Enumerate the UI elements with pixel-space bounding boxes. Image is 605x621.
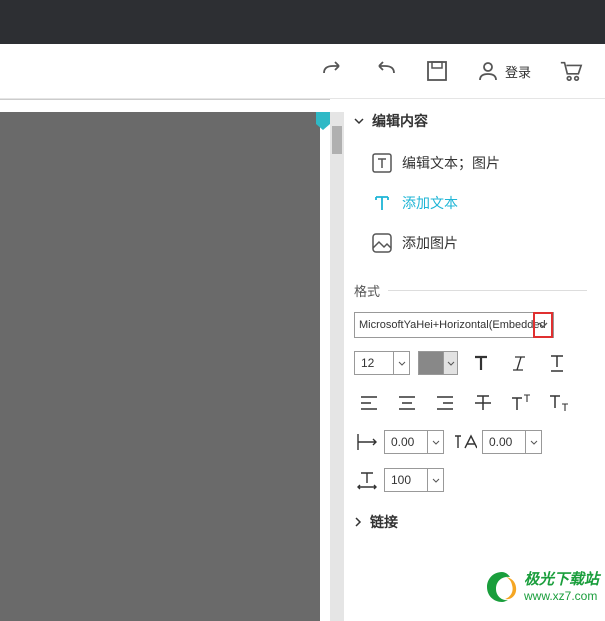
chevron-down-icon <box>427 469 443 491</box>
source-watermark: 极光下载站 www.xz7.com <box>484 569 599 605</box>
user-icon <box>477 60 499 82</box>
font-size-select[interactable]: 12 <box>354 351 410 375</box>
add-image-tool[interactable]: 添加图片 <box>372 223 587 263</box>
login-button[interactable]: 登录 <box>477 60 531 82</box>
font-size-value: 12 <box>361 356 374 370</box>
login-label: 登录 <box>505 62 531 81</box>
edit-content-title: 编辑内容 <box>372 111 428 131</box>
horizontal-scale-control[interactable]: 100 <box>354 468 444 492</box>
horizontal-spacing-control[interactable]: 0.00 <box>354 430 444 454</box>
text-color-picker[interactable] <box>418 351 458 375</box>
scrollbar-thumb[interactable] <box>332 126 342 154</box>
font-dropdown-button-highlighted[interactable] <box>533 312 553 338</box>
format-section-label: 格式 <box>354 281 587 300</box>
horizontal-scale-icon <box>354 468 380 492</box>
add-image-label: 添加图片 <box>402 233 458 253</box>
watermark-url: www.xz7.com <box>524 589 599 603</box>
save-button[interactable] <box>425 59 449 83</box>
align-right-button[interactable] <box>430 390 460 416</box>
image-icon <box>372 233 392 253</box>
edit-content-section-header[interactable]: 编辑内容 <box>354 111 587 131</box>
char-spacing-value: 0.00 <box>489 435 512 449</box>
vertical-scrollbar[interactable] <box>330 112 344 621</box>
document-canvas[interactable] <box>0 99 330 609</box>
align-center-button[interactable] <box>392 390 422 416</box>
chevron-down-icon <box>354 117 364 125</box>
watermark-logo-icon <box>484 569 520 605</box>
subscript-button[interactable] <box>544 390 574 416</box>
chevron-down-icon <box>525 431 541 453</box>
text-box-icon <box>372 153 392 173</box>
superscript-button[interactable] <box>506 390 536 416</box>
canvas-background <box>0 112 320 621</box>
edit-text-image-label: 编辑文本；图片 <box>402 153 500 173</box>
strikethrough-button[interactable] <box>468 390 498 416</box>
h-spacing-value: 0.00 <box>391 435 414 449</box>
link-section-title: 链接 <box>370 512 398 532</box>
color-preview <box>419 352 443 374</box>
undo-button[interactable] <box>373 59 397 83</box>
chevron-down-icon <box>427 431 443 453</box>
right-properties-panel: 编辑内容 编辑文本；图片 添加文本 添加图片 <box>330 99 605 609</box>
top-toolbar: 登录 <box>0 44 605 99</box>
italic-button[interactable] <box>504 350 534 376</box>
link-section-header[interactable]: 链接 <box>354 512 587 532</box>
add-text-label: 添加文本 <box>402 193 458 213</box>
scale-value: 100 <box>391 473 411 487</box>
bold-button[interactable] <box>466 350 496 376</box>
font-name-value: MicrosoftYaHei+Horizontal(Embedded <box>359 319 546 331</box>
panel-tab-marker[interactable] <box>316 112 330 124</box>
font-family-select[interactable]: MicrosoftYaHei+Horizontal(Embedded <box>354 312 554 338</box>
align-left-button[interactable] <box>354 390 384 416</box>
text-icon <box>372 193 392 213</box>
edit-text-image-tool[interactable]: 编辑文本；图片 <box>372 143 587 183</box>
chevron-down-icon <box>443 352 457 374</box>
chevron-down-icon <box>393 352 409 374</box>
character-spacing-control[interactable]: 0.00 <box>452 430 542 454</box>
horizontal-spacing-icon <box>354 430 380 454</box>
add-text-tool[interactable]: 添加文本 <box>372 183 587 223</box>
watermark-title: 极光下载站 <box>524 571 599 589</box>
chevron-right-icon <box>354 517 362 527</box>
titlebar-dark-area <box>0 0 605 44</box>
chevron-down-icon <box>538 322 548 328</box>
character-spacing-icon <box>452 430 478 454</box>
redo-button[interactable] <box>321 59 345 83</box>
underline-button[interactable] <box>542 350 572 376</box>
cart-button[interactable] <box>559 59 583 83</box>
